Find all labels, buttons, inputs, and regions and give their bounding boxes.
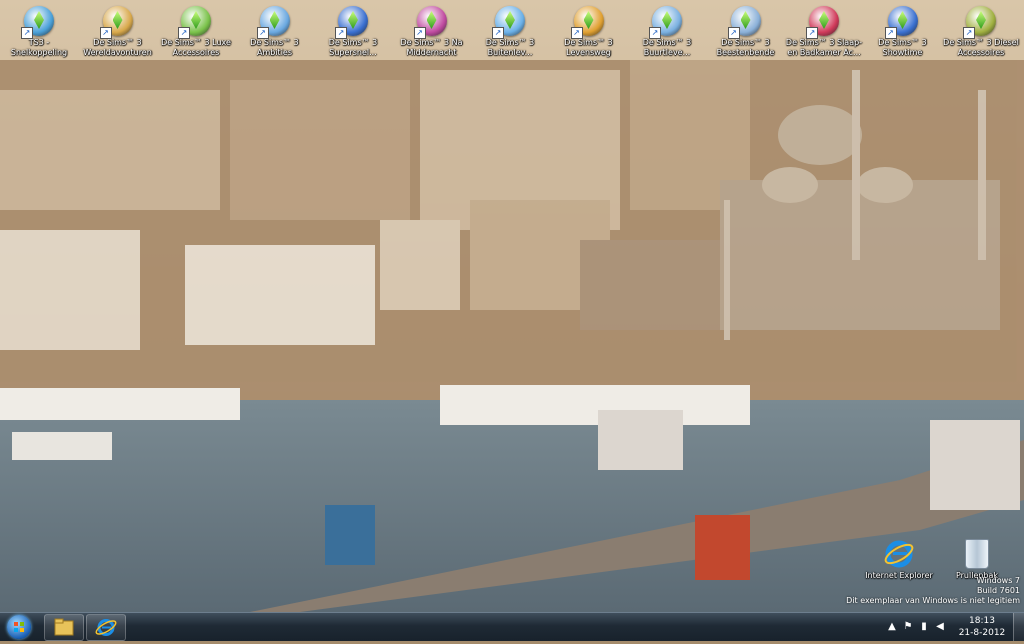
sims-plumbob-icon: ↗ [99, 6, 133, 39]
notification-area: ▲ ⚑ ▮ ◀ 18:13 21-8-2012 [884, 613, 1024, 641]
volume-icon[interactable]: ◀ [934, 621, 946, 633]
desktop-icon-label: De Sims™ 3 Supersnel... [328, 38, 378, 57]
desktop-icon-sims[interactable]: ↗ De Sims™ 3 Levensweg [550, 2, 628, 58]
shortcut-arrow-icon: ↗ [413, 27, 426, 39]
desktop-icon-label: De Sims™ 3 Showtime [878, 38, 927, 57]
desktop-icon-sims[interactable]: ↗ De Sims™ 3 Buitenlev... [471, 2, 549, 58]
taskbar-internet-explorer-button[interactable] [86, 614, 126, 641]
desktop-icon-sims[interactable]: ↗ De Sims™ 3 Wereldavonturen [79, 2, 157, 58]
watermark-product: Windows 7 [976, 576, 1020, 585]
taskbar: ▲ ⚑ ▮ ◀ 18:13 21-8-2012 [0, 612, 1024, 641]
watermark-genuine-notice: Dit exemplaar van Windows is niet legiti… [846, 596, 1020, 605]
shortcut-arrow-icon: ↗ [727, 27, 740, 39]
sims-plumbob-icon: ↗ [806, 6, 839, 39]
desktop-icon-sims[interactable]: ↗ De Sims™ 3 Showtime [864, 2, 942, 58]
shortcut-arrow-icon: ↗ [570, 27, 583, 39]
clock-time: 18:13 [969, 616, 995, 626]
desktop-icon-label: De Sims™ 3 Wereldavonturen [83, 38, 152, 57]
shortcut-arrow-icon: ↗ [492, 27, 504, 39]
desktop-icon-sims[interactable]: ↗ TS3 - Snelkoppeling [0, 2, 78, 58]
desktop-icon-sims[interactable]: ↗ De Sims™ 3 Luxe Accessoires [157, 2, 235, 58]
desktop-icon-sims[interactable]: ↗ De Sims™ 3 Beestenbende [707, 2, 785, 58]
taskbar-explorer-button[interactable] [44, 614, 84, 641]
sims-plumbob-icon: ↗ [335, 6, 368, 39]
desktop-icon-sims[interactable]: ↗ De Sims™ 3 Diesel Accessoires [942, 2, 1020, 58]
desktop-icon-label: De Sims™ 3 Luxe Accessoires [161, 38, 231, 57]
shortcut-arrow-icon: ↗ [178, 27, 190, 39]
start-button[interactable] [4, 614, 34, 640]
sims-plumbob-icon: ↗ [492, 6, 525, 39]
action-center-flag-icon[interactable]: ⚑ [902, 621, 914, 633]
internet-explorer-icon [95, 619, 117, 636]
sims-plumbob-icon: ↗ [570, 6, 604, 39]
internet-explorer-icon [884, 539, 914, 569]
recycle-bin-icon [965, 539, 989, 569]
show-desktop-button[interactable] [1013, 613, 1024, 641]
desktop-icon-internet-explorer[interactable]: Internet Explorer [860, 535, 938, 581]
system-clock[interactable]: 18:13 21-8-2012 [952, 615, 1012, 639]
clock-date: 21-8-2012 [958, 628, 1006, 638]
show-hidden-icons-chevron-up-icon[interactable]: ▲ [886, 621, 898, 633]
sims-plumbob-icon: ↗ [963, 6, 996, 39]
sims-plumbob-icon: ↗ [727, 6, 761, 39]
sims-plumbob-icon: ↗ [649, 6, 682, 39]
desktop-icon-sims[interactable]: ↗ De Sims™ 3 Supersnel... [314, 2, 392, 58]
desktop-icon-label: De Sims™ 3 Na Middernacht [400, 38, 463, 57]
desktop-icon-label: De Sims™ 3 Diesel Accessoires [943, 38, 1019, 57]
sims-plumbob-icon: ↗ [178, 6, 211, 39]
watermark-build: Build 7601 [977, 586, 1020, 595]
desktop-icon-sims[interactable]: ↗ De Sims™ 3 Slaap- en Badkamer Ac... [785, 2, 863, 58]
folder-icon [54, 618, 74, 636]
desktop-icon-label: De Sims™ 3 Buurtleve... [642, 38, 692, 57]
desktop-wallpaper [0, 0, 1024, 612]
sims-plumbob-icon: ↗ [21, 6, 54, 39]
shortcut-arrow-icon: ↗ [806, 27, 818, 39]
shortcut-arrow-icon: ↗ [256, 27, 269, 39]
network-icon[interactable]: ▮ [918, 621, 930, 633]
desktop-icon-label: De Sims™ 3 Beestenbende [716, 38, 775, 57]
shortcut-arrow-icon: ↗ [335, 27, 347, 39]
shortcut-arrow-icon: ↗ [963, 27, 975, 39]
desktop-icon-label: TS3 - Snelkoppeling [10, 38, 68, 57]
desktop-icon-sims[interactable]: ↗ De Sims™ 3 Buurtleve... [628, 2, 706, 58]
shortcut-arrow-icon: ↗ [884, 27, 897, 39]
shortcut-arrow-icon: ↗ [99, 27, 112, 39]
desktop-icon-label: De Sims™ 3 Buitenlev... [485, 38, 535, 57]
sims-plumbob-icon: ↗ [884, 6, 918, 39]
windows-version-watermark: Windows 7 Build 7601 Dit exemplaar van W… [846, 576, 1020, 606]
desktop-icon-sims[interactable]: ↗ De Sims™ 3 Ambities [236, 2, 314, 58]
desktop-icon-label: De Sims™ 3 Ambities [250, 38, 299, 57]
sims-plumbob-icon: ↗ [256, 6, 290, 39]
shortcut-arrow-icon: ↗ [21, 27, 33, 39]
desktop-icon-label: De Sims™ 3 Slaap- en Badkamer Ac... [785, 38, 863, 57]
desktop-icon-label: De Sims™ 3 Levensweg [564, 38, 613, 57]
shortcut-arrow-icon: ↗ [649, 27, 661, 39]
windows-logo-icon [7, 615, 31, 639]
desktop-icon-recycle-bin[interactable]: Prullenbak [938, 535, 1016, 581]
sims-plumbob-icon: ↗ [413, 6, 447, 39]
desktop-icon-sims[interactable]: ↗ De Sims™ 3 Na Middernacht [393, 2, 471, 58]
